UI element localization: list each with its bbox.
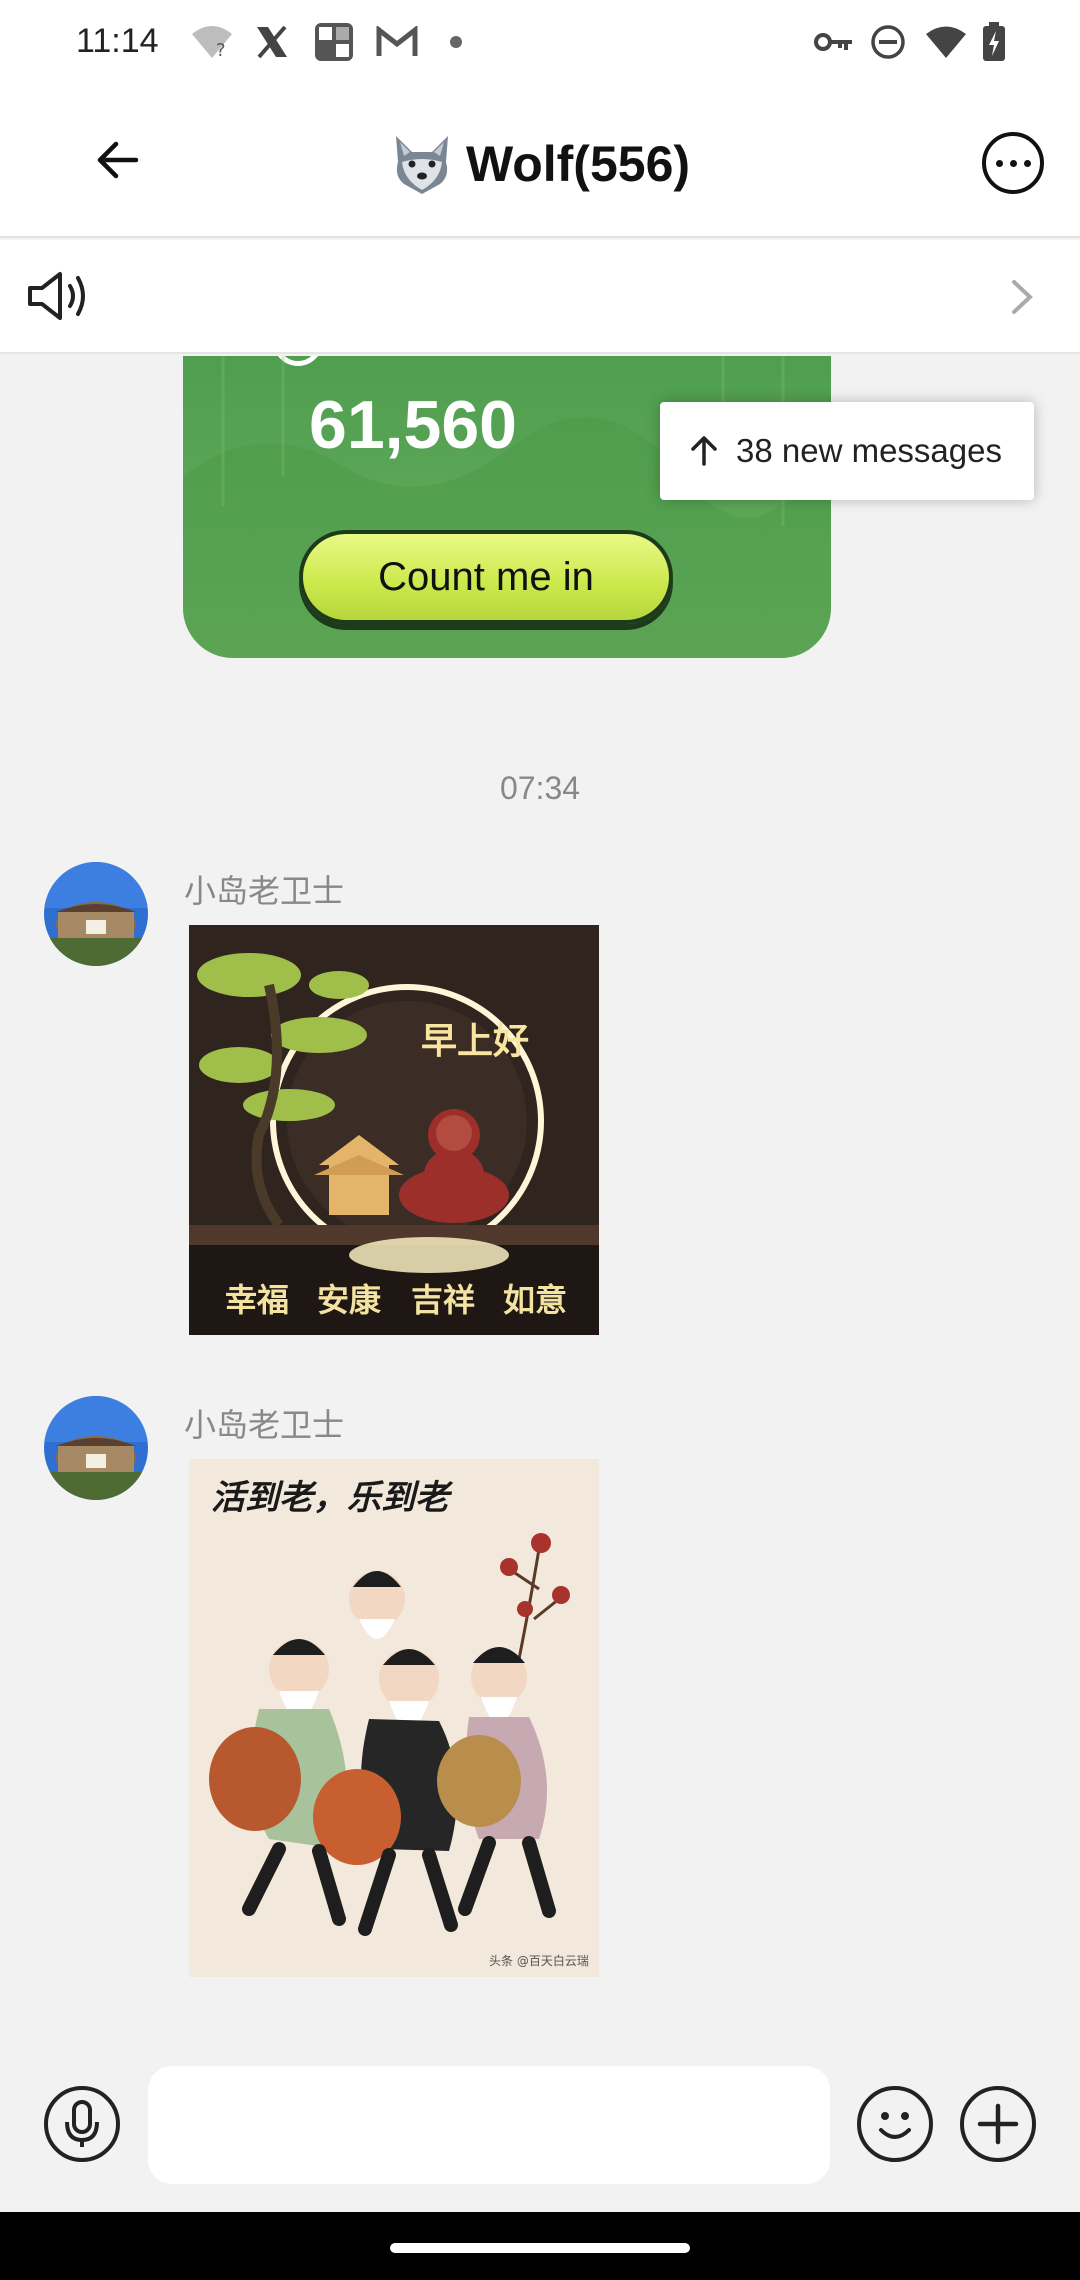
x-logo-icon [252,22,292,62]
voice-input-button[interactable] [44,2086,120,2162]
caption-word: 吉祥 [411,1281,475,1319]
wifi-question-icon: ? [190,22,234,62]
message-timestamp: 07:34 [499,770,581,806]
caption-word: 如意 [503,1281,567,1319]
dot [1009,159,1017,167]
more-options-button[interactable] [982,132,1044,194]
vpn-key-icon [812,22,856,62]
dot-icon [448,22,464,62]
greeting-text: 早上好 [421,1021,529,1062]
message-image[interactable]: 早上好 幸福 安康 吉祥 如意 [189,925,599,1335]
chat-header: Wolf(556) [0,88,1080,238]
arrow-up-icon [691,436,717,466]
wifi-icon [924,22,968,62]
message-sender: 小岛老卫士 [184,1407,345,1443]
home-gesture-handle[interactable] [390,2243,690,2253]
message-sender: 小岛老卫士 [184,873,345,909]
status-time: 11:14 [76,22,159,60]
speaker-icon [28,272,85,320]
puzzle-app-icon [312,22,356,62]
battery-charging-icon [980,22,1008,62]
dot [1023,159,1031,167]
smiley-icon [879,2112,911,2139]
emoji-button[interactable] [857,2086,933,2162]
image-title-text: 活到老，乐到老 [211,1478,454,1518]
system-navigation-bar [0,2212,1080,2280]
message-input[interactable] [148,2066,830,2184]
count-me-in-button[interactable]: Count me in [299,530,673,624]
avatar-image [44,862,148,966]
morning-greeting-image: 早上好 幸福 安康 吉祥 如意 [189,925,599,1335]
chat-title: Wolf(556) [465,136,691,192]
add-attachment-button[interactable] [960,2086,1036,2162]
do-not-disturb-icon [868,22,908,62]
elders-cartoon-image: 活到老，乐到老 头条 @百天白云瑞 [189,1459,599,1977]
new-messages-label: 38 new messages [736,432,1002,469]
caption-word: 安康 [317,1281,382,1319]
microphone-icon [65,2100,99,2147]
avatar-image [44,1396,148,1500]
plus-icon [977,2103,1019,2145]
dot [995,159,1003,167]
avatar[interactable] [44,862,148,966]
caption-word: 幸福 [225,1281,289,1319]
chevron-right-icon [1012,280,1033,314]
avatar[interactable] [44,1396,148,1500]
gmail-icon [374,22,420,62]
message-image[interactable]: 活到老，乐到老 头条 @百天白云瑞 [189,1459,599,1977]
new-messages-button[interactable]: 38 new messages [660,402,1034,500]
image-watermark: 头条 @百天白云瑞 [489,1953,589,1968]
status-bar: 11:14 ? [0,0,1080,88]
input-bar [0,2040,1080,2212]
promo-amount: 61,560 [309,387,517,463]
svg-text:?: ? [216,40,226,61]
announcement-bar[interactable] [0,240,1080,354]
wolf-icon [395,136,448,194]
chat-title-area[interactable]: Wolf(556) [0,124,1080,204]
message-list[interactable]: 61,560 Count me in 38 new messages 07:34… [0,356,1080,2056]
